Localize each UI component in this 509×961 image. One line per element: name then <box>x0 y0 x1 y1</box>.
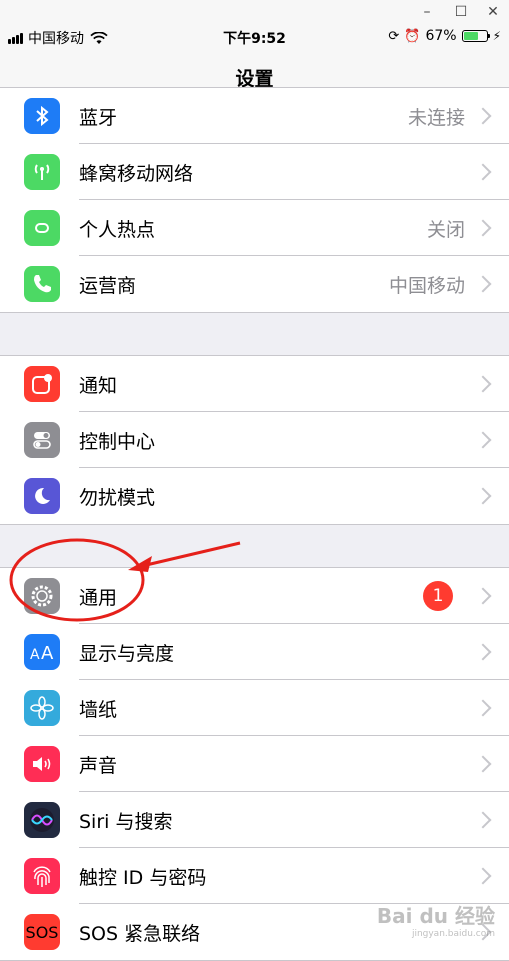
display-icon: AA <box>24 634 60 670</box>
settings-row-label: 勿扰模式 <box>79 486 156 509</box>
settings-row-value: 中国移动 <box>388 274 465 297</box>
chevron-right-icon <box>474 375 492 393</box>
chevron-right-icon <box>474 587 492 605</box>
settings-row[interactable]: 勿扰模式 <box>0 468 509 524</box>
settings-row-label: 墙纸 <box>79 698 118 721</box>
settings-row[interactable]: 蓝牙 未连接 <box>0 88 509 144</box>
window-titlebar: – ☐ ✕ <box>0 0 509 24</box>
settings-row-label: 通用 <box>79 586 118 609</box>
close-button[interactable]: ✕ <box>478 2 508 22</box>
settings-group: 蓝牙 未连接蜂窝移动网络 个人热点 关闭运营商 中国移动 <box>0 87 509 313</box>
settings-row-label: 声音 <box>79 754 118 777</box>
settings-row-label: 蜂窝移动网络 <box>79 162 194 185</box>
settings-row[interactable]: 触控 ID 与密码 <box>0 848 509 904</box>
settings-group: 通知控制中心勿扰模式 <box>0 355 509 525</box>
siri-icon <box>24 802 60 838</box>
chevron-right-icon <box>474 275 492 293</box>
chevron-right-icon <box>474 755 492 773</box>
chevron-right-icon <box>474 431 492 449</box>
settings-row[interactable]: 通用 1 <box>0 568 509 624</box>
settings-row[interactable]: 控制中心 <box>0 412 509 468</box>
sound-icon <box>24 746 60 782</box>
phone-icon <box>24 266 60 302</box>
alarm-icon: ⏰ <box>404 28 421 44</box>
hotspot-icon <box>24 210 60 246</box>
svg-text:A: A <box>30 647 40 662</box>
chevron-right-icon <box>474 699 492 717</box>
chevron-right-icon <box>474 811 492 829</box>
wallpaper-icon <box>24 690 60 726</box>
settings-row-value: 未连接 <box>407 106 465 129</box>
charging-icon: ⚡ <box>492 29 501 43</box>
settings-row-label: 运营商 <box>79 274 137 297</box>
minimize-button[interactable]: – <box>412 2 442 22</box>
settings-row[interactable]: 蜂窝移动网络 <box>0 144 509 200</box>
fingerprint-icon <box>24 858 60 894</box>
settings-list: 蓝牙 未连接蜂窝移动网络 个人热点 关闭运营商 中国移动通知控制中心勿扰模式通用 1 A A 显… <box>0 87 509 961</box>
settings-row-label: Siri 与搜索 <box>79 810 173 833</box>
rotation-lock-icon: ⟳ <box>388 28 400 44</box>
watermark: Bai du 经验 jingyan.baidu.com <box>376 904 495 939</box>
settings-row[interactable]: 声音 <box>0 736 509 792</box>
settings-row[interactable]: Siri 与搜索 <box>0 792 509 848</box>
settings-row[interactable]: 个人热点 关闭 <box>0 200 509 256</box>
settings-row-label: 蓝牙 <box>79 106 118 129</box>
notifications-icon <box>24 366 60 402</box>
gear-icon <box>24 578 60 614</box>
svg-text:A: A <box>41 643 54 662</box>
chevron-right-icon <box>474 107 492 125</box>
chevron-right-icon <box>474 867 492 885</box>
settings-row[interactable]: 运营商 中国移动 <box>0 256 509 312</box>
moon-icon <box>24 478 60 514</box>
settings-row-label: 触控 ID 与密码 <box>79 866 207 889</box>
battery-icon <box>461 30 490 42</box>
settings-row-label: 个人热点 <box>79 218 156 241</box>
settings-row-label: 控制中心 <box>79 430 156 453</box>
bluetooth-icon <box>24 98 60 134</box>
battery-percent: 67% <box>425 28 457 44</box>
maximize-button[interactable]: ☐ <box>446 2 476 22</box>
chevron-right-icon <box>474 487 492 505</box>
settings-row-label: 通知 <box>79 374 118 397</box>
settings-row[interactable]: 通知 <box>0 356 509 412</box>
chevron-right-icon <box>474 219 492 237</box>
chevron-right-icon <box>474 163 492 181</box>
notification-badge: 1 <box>423 581 453 611</box>
chevron-right-icon <box>474 643 492 661</box>
settings-row-value: 关闭 <box>426 218 465 241</box>
cellular-icon <box>24 154 60 190</box>
settings-row[interactable]: A A 显示与亮度 <box>0 624 509 680</box>
status-bar: 中国移动 下午9:52 ⟳ ⏰ 67% ⚡ <box>0 24 509 50</box>
control-center-icon <box>24 422 60 458</box>
settings-row[interactable]: 墙纸 <box>0 680 509 736</box>
settings-row-label: 显示与亮度 <box>79 642 175 665</box>
settings-row-label: SOS 紧急联络 <box>79 922 201 945</box>
